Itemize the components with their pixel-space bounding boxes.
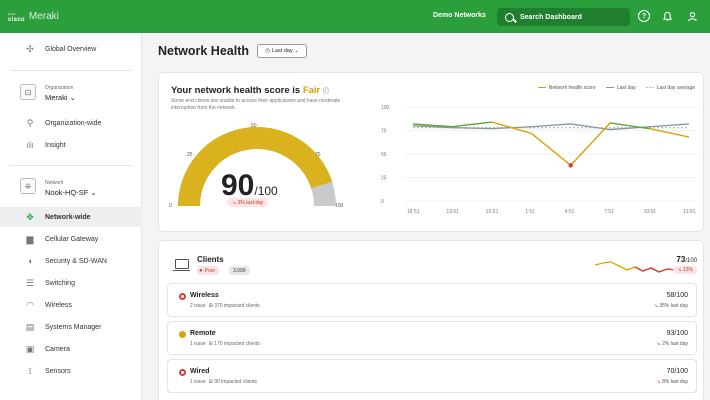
sidebar: ✣ Global Overview ⊡ Organization Meraki … <box>0 33 142 400</box>
network-wide-icon: ✥ <box>26 211 34 222</box>
x-tick-label: 13:51 <box>683 209 696 215</box>
bell-icon[interactable] <box>661 10 673 22</box>
y-tick-label: 0 <box>381 199 384 205</box>
clock-icon: ◷ <box>265 48 270 54</box>
y-tick-label: 100 <box>381 105 390 111</box>
x-tick-label: 7:51 <box>604 209 614 215</box>
users-icon: ⊞ <box>208 303 213 309</box>
x-tick-label: 22:51 <box>486 209 499 215</box>
info-icon[interactable]: ⓘ <box>323 89 329 95</box>
x-tick-label: 1:51 <box>525 209 535 215</box>
gauge-label-25: 25 <box>187 152 193 158</box>
clients-status-badge: ● Poor <box>197 266 220 275</box>
globe-icon: ✣ <box>26 43 34 54</box>
gauge-label-50: 50 <box>251 123 257 129</box>
gauge-label-max: 100 <box>335 203 344 209</box>
series-segment-health <box>452 121 492 128</box>
sidebar-item-camera[interactable]: ▣ Camera <box>0 339 142 359</box>
client-row-wireless[interactable]: Wireless 2 issue ⊞ 370 impacted clients … <box>167 283 697 317</box>
camera-icon: ▣ <box>25 343 35 354</box>
organization-icon: ⊡ <box>20 84 36 100</box>
sidebar-item-cellular-gateway[interactable]: ▆ Cellular Gateway <box>0 229 142 249</box>
laptop-icon <box>173 259 190 271</box>
health-line-chart: 0 25 50 75 100 16:51 19:51 22:51 1:51 4:51 7:51 10:… <box>381 105 697 215</box>
y-tick-label: 50 <box>381 152 387 158</box>
organization-selector[interactable]: Meraki ⌄ <box>45 93 76 102</box>
chart-legend: Network health score Last day Last day a… <box>537 85 695 91</box>
user-icon[interactable] <box>686 10 698 22</box>
cisco-wordmark: ılıılı cisco <box>8 11 25 23</box>
gauge-label-min: 0 <box>169 203 172 209</box>
error-status-icon <box>179 369 186 376</box>
sparkline-red <box>634 266 675 273</box>
clients-card: Clients ● Poor 3,000 73/100 ↘ 13% Wirele… <box>158 240 704 400</box>
clients-score: 73/100 <box>676 255 697 264</box>
x-tick-label: 19:51 <box>446 209 459 215</box>
series-segment-health <box>649 127 690 138</box>
sidebar-item-sensors[interactable]: ⟟ Sensors <box>0 361 142 381</box>
client-row-remote[interactable]: Remote 1 issue ⊞ 170 impacted clients 93… <box>167 321 697 355</box>
x-tick-label: 10:51 <box>644 209 657 215</box>
bar-chart-icon: ılı <box>26 140 34 150</box>
network-label: Network <box>45 180 64 186</box>
devices-icon: ▤ <box>25 321 35 332</box>
sidebar-divider <box>10 70 132 71</box>
network-health-card: Your network health score is Fair ⓘ Some… <box>158 72 704 232</box>
wifi-icon: ◠ <box>26 299 34 310</box>
org-selector[interactable]: Demo Networks <box>433 12 486 19</box>
health-description: Some end clients are unable to access th… <box>171 98 341 111</box>
x-tick-label: 4:51 <box>565 209 575 215</box>
error-status-icon <box>179 293 186 300</box>
sidebar-item-organization-wide[interactable]: ⚲ Organization-wide <box>0 113 142 133</box>
series-segment-health <box>530 132 572 166</box>
legend-item-average[interactable]: Last day average <box>645 85 695 91</box>
y-tick-label: 25 <box>381 176 387 182</box>
clients-sparkline <box>595 261 675 273</box>
health-status: Fair <box>302 85 321 96</box>
sidebar-item-security-sd-wan[interactable]: ◖ Security & SD-WAN <box>0 251 142 271</box>
time-range-label: Last day ⌄ <box>271 48 299 54</box>
gateway-icon: ▆ <box>26 233 34 244</box>
sidebar-item-network-wide[interactable]: ✥ Network-wide <box>0 207 142 227</box>
gauge-label-75: 75 <box>315 152 321 158</box>
users-icon: ⊞ <box>208 341 213 347</box>
help-icon[interactable]: ? <box>638 10 650 22</box>
search-dashboard-button[interactable]: Search Dashboard <box>497 8 630 26</box>
health-title: Your network health score is Fair ⓘ <box>171 85 329 96</box>
warning-status-icon <box>179 331 186 338</box>
sidebar-item-wireless[interactable]: ◠ Wireless <box>0 295 142 315</box>
sensor-icon: ⟟ <box>28 365 32 376</box>
network-icon: ⁜ <box>20 178 36 194</box>
low-point-marker <box>568 163 573 168</box>
legend-item-last-day[interactable]: Last day <box>605 85 636 91</box>
error-icon: ● <box>199 267 203 274</box>
shield-icon: ◖ <box>27 256 33 266</box>
time-range-dropdown[interactable]: ◷ Last day ⌄ <box>257 44 307 58</box>
meraki-wordmark: Meraki <box>28 11 59 22</box>
clients-title: Clients <box>197 255 224 264</box>
organization-label: Organization <box>45 85 74 91</box>
sidebar-item-global-overview[interactable]: ✣ Global Overview <box>0 39 142 59</box>
health-delta-badge: ↘ 3% last day <box>227 198 269 207</box>
page-title: Network Health <box>158 44 249 58</box>
search-icon <box>505 12 514 22</box>
client-row-wired[interactable]: Wired 1 issue ⊞ 90 impacted clients 70/1… <box>167 359 697 393</box>
network-selector[interactable]: Nook-HQ-SF ⌄ <box>45 188 97 197</box>
sidebar-divider <box>10 165 132 166</box>
clients-delta-badge: ↘ 13% <box>673 266 697 274</box>
x-tick-label: 16:51 <box>407 209 420 215</box>
y-tick-label: 75 <box>381 129 387 135</box>
legend-item-score[interactable]: Network health score <box>537 85 596 91</box>
users-icon: ⊞ <box>208 379 213 385</box>
clients-count-badge: 3,000 <box>229 266 250 275</box>
sidebar-item-insight[interactable]: ılı Insight <box>0 135 142 155</box>
search-label: Search Dashboard <box>520 13 582 21</box>
switch-icon: ☰ <box>25 277 35 288</box>
meraki-logo[interactable]: ılıılı cisco Meraki <box>8 11 59 23</box>
pin-icon: ⚲ <box>26 117 34 128</box>
sidebar-item-systems-manager[interactable]: ▤ Systems Manager <box>0 317 142 337</box>
series-segment-health <box>570 122 611 166</box>
top-bar: ılıılı cisco Meraki Demo Networks Search … <box>0 0 710 33</box>
sidebar-item-switching[interactable]: ☰ Switching <box>0 273 142 293</box>
